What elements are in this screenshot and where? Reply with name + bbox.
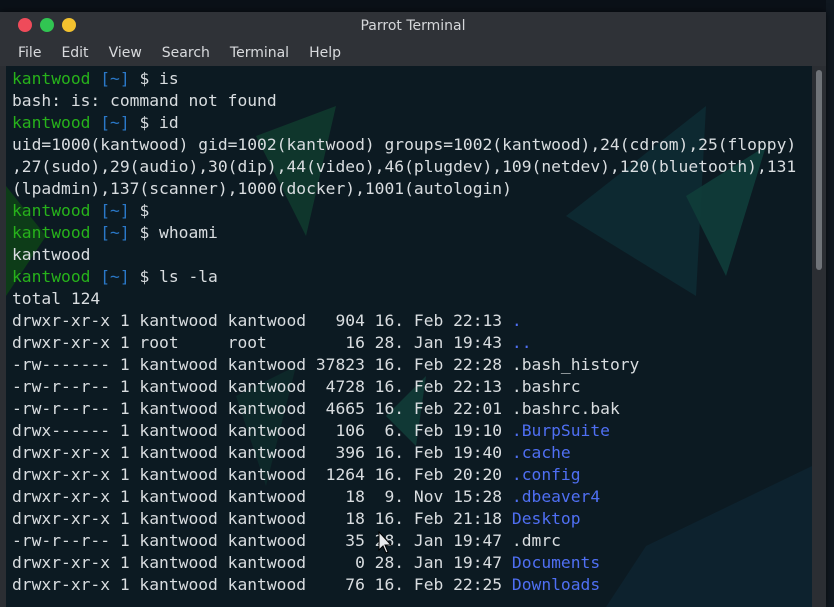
prompt-dir: [~] bbox=[90, 223, 130, 242]
scrollbar-thumb[interactable] bbox=[816, 70, 822, 270]
output-line: ,27(sudo),29(audio),30(dip),44(video),46… bbox=[12, 157, 797, 176]
prompt-command: $ is bbox=[129, 69, 179, 88]
ls-entry-meta: drwxr-xr-x 1 kantwood kantwood 76 16. Fe… bbox=[12, 575, 512, 594]
prompt-command: $ whoami bbox=[129, 223, 218, 242]
prompt-line: kantwood [~] $ ls -la bbox=[12, 266, 812, 288]
ls-entry-name: .bashrc bbox=[511, 377, 581, 396]
output-line: kantwood bbox=[12, 245, 91, 264]
ls-entry-meta: drwx------ 1 kantwood kantwood 106 6. Fe… bbox=[12, 421, 512, 440]
ls-entry: drwxr-xr-x 1 kantwood kantwood 76 16. Fe… bbox=[12, 574, 812, 596]
prompt-user: kantwood bbox=[12, 69, 91, 88]
prompt-dir: [~] bbox=[90, 267, 130, 286]
ls-entry-name: Downloads bbox=[511, 575, 601, 594]
prompt-command: $ ls -la bbox=[129, 267, 218, 286]
ls-entry-name: .config bbox=[511, 465, 581, 484]
ls-entry: -rw-r--r-- 1 kantwood kantwood 4728 16. … bbox=[12, 376, 812, 398]
ls-entry: drwxr-xr-x 1 kantwood kantwood 1264 16. … bbox=[12, 464, 812, 486]
minimize-button[interactable] bbox=[62, 18, 76, 32]
ls-entry-name: .BurpSuite bbox=[511, 421, 610, 440]
ls-entry: drwxr-xr-x 1 kantwood kantwood 18 9. Nov… bbox=[12, 486, 812, 508]
ls-entry-name: .bash_history bbox=[511, 355, 640, 374]
prompt-dir: [~] bbox=[90, 201, 130, 220]
ls-entry-name: .bashrc.bak bbox=[511, 399, 620, 418]
prompt-line: kantwood [~] $ whoami bbox=[12, 222, 812, 244]
ls-entry-meta: drwxr-xr-x 1 kantwood kantwood 904 16. F… bbox=[12, 311, 512, 330]
output-line: total 124 bbox=[12, 289, 101, 308]
prompt-user: kantwood bbox=[12, 223, 91, 242]
prompt-command: $ bbox=[129, 201, 160, 220]
prompt-dir: [~] bbox=[90, 113, 130, 132]
prompt-line: kantwood [~] $ id bbox=[12, 112, 812, 134]
terminal-lines: kantwood [~] $ is bash: is: command not f… bbox=[6, 66, 812, 596]
menu-help[interactable]: Help bbox=[299, 45, 351, 61]
ls-entry: -rw-r--r-- 1 kantwood kantwood 4665 16. … bbox=[12, 398, 812, 420]
ls-entry: -rw-r--r-- 1 kantwood kantwood 35 28. Ja… bbox=[12, 530, 812, 552]
terminal-output[interactable]: kantwood [~] $ is bash: is: command not f… bbox=[6, 66, 812, 607]
terminal-scrollbar[interactable] bbox=[812, 66, 826, 607]
ls-entry: drwxr-xr-x 1 kantwood kantwood 396 16. F… bbox=[12, 442, 812, 464]
window-controls bbox=[18, 18, 76, 32]
ls-entry-meta: -rw-r--r-- 1 kantwood kantwood 35 28. Ja… bbox=[12, 531, 512, 550]
ls-entry: drwxr-xr-x 1 kantwood kantwood 904 16. F… bbox=[12, 310, 812, 332]
ls-entry-name: .cache bbox=[511, 443, 571, 462]
close-button[interactable] bbox=[18, 18, 32, 32]
title-bar: Parrot Terminal bbox=[0, 12, 826, 40]
menu-terminal[interactable]: Terminal bbox=[220, 45, 299, 61]
ls-entry-meta: -rw------- 1 kantwood kantwood 37823 16.… bbox=[12, 355, 512, 374]
ls-entry-name: .dbeaver4 bbox=[511, 487, 601, 506]
ls-entry-meta: drwxr-xr-x 1 root root 16 28. Jan 19:43 bbox=[12, 333, 512, 352]
ls-entry-name: .. bbox=[511, 333, 532, 352]
prompt-user: kantwood bbox=[12, 113, 91, 132]
menu-view[interactable]: View bbox=[99, 45, 152, 61]
output-line: (lpadmin),137(scanner),1000(docker),1001… bbox=[12, 179, 512, 198]
ls-entry-meta: drwxr-xr-x 1 kantwood kantwood 18 9. Nov… bbox=[12, 487, 512, 506]
menu-file[interactable]: File bbox=[8, 45, 51, 61]
ls-entry: drwx------ 1 kantwood kantwood 106 6. Fe… bbox=[12, 420, 812, 442]
ls-entry-meta: drwxr-xr-x 1 kantwood kantwood 1264 16. … bbox=[12, 465, 512, 484]
output-line: bash: is: command not found bbox=[12, 91, 277, 110]
prompt-user: kantwood bbox=[12, 267, 91, 286]
prompt-command: $ id bbox=[129, 113, 179, 132]
ls-entry-name: Desktop bbox=[511, 509, 581, 528]
window-title: Parrot Terminal bbox=[360, 18, 466, 34]
ls-entry-name: . bbox=[511, 311, 522, 330]
mouse-cursor-icon bbox=[378, 531, 392, 554]
ls-entry: drwxr-xr-x 1 kantwood kantwood 18 16. Fe… bbox=[12, 508, 812, 530]
menu-search[interactable]: Search bbox=[152, 45, 220, 61]
ls-entry-name: .dmrc bbox=[511, 531, 561, 550]
ls-entry-name: Documents bbox=[511, 553, 601, 572]
ls-entry-meta: -rw-r--r-- 1 kantwood kantwood 4665 16. … bbox=[12, 399, 512, 418]
ls-entry-meta: drwxr-xr-x 1 kantwood kantwood 396 16. F… bbox=[12, 443, 512, 462]
ls-entry: drwxr-xr-x 1 root root 16 28. Jan 19:43 … bbox=[12, 332, 812, 354]
prompt-dir: [~] bbox=[90, 69, 130, 88]
maximize-button[interactable] bbox=[40, 18, 54, 32]
menu-edit[interactable]: Edit bbox=[51, 45, 98, 61]
prompt-line: kantwood [~] $ is bbox=[12, 68, 812, 90]
output-line: uid=1000(kantwood) gid=1002(kantwood) gr… bbox=[12, 135, 797, 154]
ls-entry: -rw------- 1 kantwood kantwood 37823 16.… bbox=[12, 354, 812, 376]
prompt-user: kantwood bbox=[12, 201, 91, 220]
ls-entry-meta: drwxr-xr-x 1 kantwood kantwood 0 28. Jan… bbox=[12, 553, 512, 572]
ls-entry-meta: drwxr-xr-x 1 kantwood kantwood 18 16. Fe… bbox=[12, 509, 512, 528]
ls-entry: drwxr-xr-x 1 kantwood kantwood 0 28. Jan… bbox=[12, 552, 812, 574]
prompt-line: kantwood [~] $ bbox=[12, 200, 812, 222]
ls-entry-meta: -rw-r--r-- 1 kantwood kantwood 4728 16. … bbox=[12, 377, 512, 396]
terminal-window: Parrot Terminal File Edit View Search Te… bbox=[0, 12, 826, 607]
menu-bar: File Edit View Search Terminal Help bbox=[0, 40, 826, 66]
